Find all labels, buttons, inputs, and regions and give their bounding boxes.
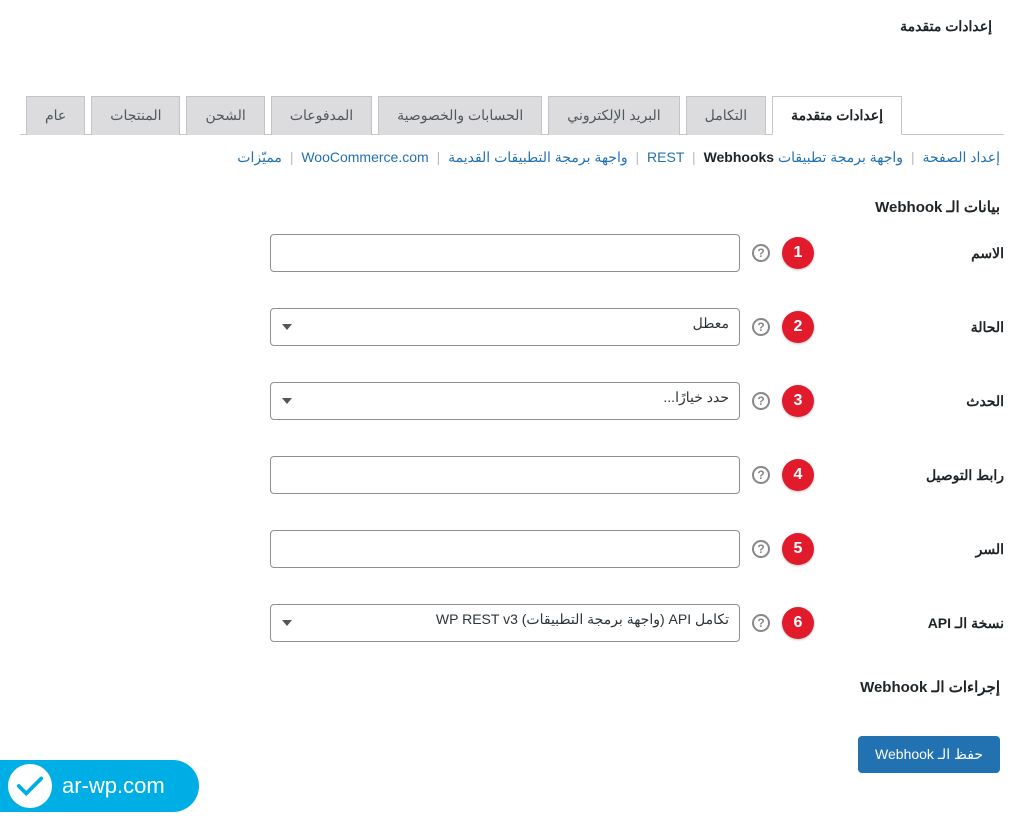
secret-input[interactable]: [270, 530, 740, 568]
help-icon[interactable]: ?: [752, 540, 770, 558]
subnav-webhooks[interactable]: Webhooks: [704, 149, 775, 165]
tab-products[interactable]: المنتجات: [91, 96, 180, 135]
help-icon[interactable]: ?: [752, 614, 770, 632]
tab-advanced[interactable]: إعدادات متقدمة: [772, 96, 902, 135]
tab-shipping[interactable]: الشحن: [186, 96, 264, 135]
form-row-status: الحالة 2 ? معطل: [20, 308, 1004, 346]
tab-accounts-privacy[interactable]: الحسابات والخصوصية: [378, 96, 542, 135]
help-icon[interactable]: ?: [752, 318, 770, 336]
subnav-legacy-api[interactable]: واجهة برمجة التطبيقات القديمة: [448, 149, 628, 165]
annotation-badge: 2: [782, 311, 814, 343]
site-watermark: ar-wp.com: [0, 760, 199, 812]
help-icon[interactable]: ?: [752, 392, 770, 410]
divider: |: [433, 149, 445, 165]
name-input[interactable]: [270, 234, 740, 272]
advanced-subnav: إعداد الصفحة | واجهة برمجة تطبيقات REST …: [20, 135, 1004, 174]
annotation-badge: 4: [782, 459, 814, 491]
help-icon[interactable]: ?: [752, 466, 770, 484]
label-topic: الحدث: [814, 393, 1004, 410]
section-webhook-data-title: بيانات الـ Webhook: [24, 198, 1000, 216]
logo-icon: [8, 764, 52, 808]
api-version-select[interactable]: تكامل API (واجهة برمجة التطبيقات) WP RES…: [270, 604, 740, 642]
tab-payments[interactable]: المدفوعات: [271, 96, 372, 135]
subnav-page-setup[interactable]: إعداد الصفحة: [922, 149, 1000, 165]
watermark-text: ar-wp.com: [62, 773, 165, 799]
label-delivery-url: رابط التوصيل: [814, 467, 1004, 484]
form-row-secret: السر 5 ?: [20, 530, 1004, 568]
form-row-topic: الحدث 3 ? حدد خيارًا...: [20, 382, 1004, 420]
annotation-badge: 5: [782, 533, 814, 565]
form-row-delivery-url: رابط التوصيل 4 ?: [20, 456, 1004, 494]
tab-general[interactable]: عام: [26, 96, 85, 135]
label-secret: السر: [814, 541, 1004, 558]
subnav-rest-api[interactable]: واجهة برمجة تطبيقات REST: [647, 149, 903, 165]
divider: |: [632, 149, 644, 165]
annotation-badge: 6: [782, 607, 814, 639]
save-webhook-button[interactable]: حفظ الـ Webhook: [858, 736, 1000, 773]
settings-tabs: عام المنتجات الشحن المدفوعات الحسابات وا…: [20, 95, 1004, 135]
topic-select[interactable]: حدد خيارًا...: [270, 382, 740, 420]
form-row-name: الاسم 1 ?: [20, 234, 1004, 272]
subnav-features[interactable]: مميّزات: [237, 149, 282, 165]
section-webhook-actions-title: إجراءات الـ Webhook: [24, 678, 1000, 696]
tab-integration[interactable]: التكامل: [686, 96, 766, 135]
divider: |: [688, 149, 700, 165]
annotation-badge: 1: [782, 237, 814, 269]
label-name: الاسم: [814, 245, 1004, 262]
tab-emails[interactable]: البريد الإلكتروني: [548, 96, 679, 135]
form-row-api-version: نسخة الـ API 6 ? تكامل API (واجهة برمجة …: [20, 604, 1004, 642]
help-icon[interactable]: ?: [752, 244, 770, 262]
label-status: الحالة: [814, 319, 1004, 336]
status-select[interactable]: معطل: [270, 308, 740, 346]
subnav-wccom[interactable]: WooCommerce.com: [301, 149, 428, 165]
delivery-url-input[interactable]: [270, 456, 740, 494]
divider: |: [907, 149, 919, 165]
annotation-badge: 3: [782, 385, 814, 417]
label-api-version: نسخة الـ API: [814, 615, 1004, 632]
page-title: إعدادات متقدمة: [0, 0, 1024, 45]
divider: |: [286, 149, 298, 165]
